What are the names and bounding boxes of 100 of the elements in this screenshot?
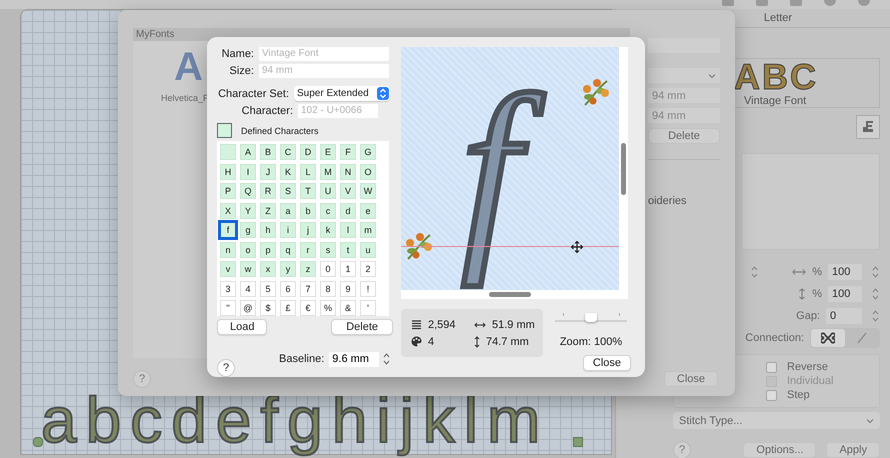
character-cell[interactable]: ' [360,300,376,316]
character-cell[interactable]: A [240,144,256,160]
character-cell[interactable]: I [240,164,256,180]
character-cell[interactable]: a [280,202,296,218]
toolbar-icon[interactable] [722,0,734,6]
panel-button[interactable]: Apply [826,442,880,458]
character-cell[interactable]: N [340,164,356,180]
character-cell[interactable]: 0 [320,261,336,277]
scrollbar[interactable] [621,143,626,195]
character-cell[interactable]: 1 [340,261,356,277]
character-cell[interactable]: i [280,222,296,238]
character-cell[interactable]: 9 [340,280,356,296]
character-cell[interactable]: k [320,222,336,238]
character-cell[interactable]: 3 [220,280,236,296]
checkbox[interactable] [766,362,777,372]
baseline-field[interactable]: 9.6 mm [329,352,380,366]
character-cell[interactable]: B [260,144,276,160]
character-cell[interactable] [220,144,236,160]
character-cell[interactable]: p [260,242,276,258]
character-cell[interactable]: e [360,202,376,218]
character-cell[interactable]: " [220,300,236,316]
character-cell[interactable]: D [300,144,316,160]
character-cell[interactable]: & [340,300,356,316]
character-cell[interactable]: n [220,242,236,258]
character-cell[interactable]: t [340,242,356,258]
character-cell[interactable]: R [260,183,276,199]
character-cell[interactable]: % [320,300,336,316]
stepper-icon[interactable] [750,264,759,280]
toolbar-icon[interactable] [790,0,802,6]
character-cell[interactable]: 4 [240,280,256,296]
character-cell[interactable]: ! [360,280,376,296]
character-cell[interactable]: O [360,164,376,180]
character-cell[interactable]: € [300,300,316,316]
character-cell[interactable]: 7 [300,280,316,296]
character-cell[interactable]: C [280,144,296,160]
character-set-dropdown[interactable]: Super Extended [294,86,390,101]
character-cell[interactable]: u [360,242,376,258]
character-cell[interactable]: L [300,164,316,180]
height-scale-field[interactable]: 100 [828,286,862,302]
character-cell[interactable]: Y [240,202,256,218]
character-cell[interactable]: 8 [320,280,336,296]
character-cell[interactable]: E [320,144,336,160]
slider-thumb[interactable] [585,313,597,322]
character-cell[interactable]: S [280,183,296,199]
character-cell[interactable]: y [280,261,296,277]
character-cell[interactable]: z [300,261,316,277]
gap-field[interactable]: 0 [826,308,862,324]
character-cell[interactable]: d [340,202,356,218]
toolbar-icon[interactable] [858,0,870,6]
character-cell[interactable]: J [260,164,276,180]
load-button[interactable]: Load [217,319,268,335]
character-cell[interactable]: r [300,242,316,258]
text-field[interactable] [648,38,720,53]
character-cell[interactable]: c [320,202,336,218]
character-cell[interactable]: h [260,222,276,238]
character-cell[interactable]: Q [240,183,256,199]
help-button[interactable]: ? [217,359,235,377]
character-cell[interactable]: x [260,261,276,277]
character-cell[interactable]: P [220,183,236,199]
character-cell[interactable]: T [300,183,316,199]
delete-button[interactable]: Delete [648,128,720,144]
stepper-icon[interactable] [871,264,880,280]
character-cell[interactable]: F [340,144,356,160]
character-cell[interactable]: K [280,164,296,180]
character-cell[interactable]: U [320,183,336,199]
character-cell[interactable]: 2 [360,261,376,277]
close-button[interactable]: Close [582,355,631,371]
character-cell[interactable]: H [220,164,236,180]
character-cell[interactable]: 6 [280,280,296,296]
character-cell[interactable]: l [340,222,356,238]
character-cell[interactable]: f [220,222,236,238]
character-cell[interactable]: Z [260,202,276,218]
character-cell[interactable]: @ [240,300,256,316]
stepper-icon[interactable] [382,351,392,367]
character-cell[interactable]: V [340,183,356,199]
checkbox[interactable] [766,390,777,400]
dropdown[interactable] [648,68,720,83]
character-cell[interactable]: g [240,222,256,238]
delete-button[interactable]: Delete [331,319,393,335]
character-cell[interactable]: 5 [260,280,276,296]
character-cell[interactable]: M [320,164,336,180]
character-cell[interactable]: v [220,261,236,277]
character-cell[interactable]: b [300,202,316,218]
scrollbar[interactable] [489,292,531,297]
stepper-icon[interactable] [871,286,880,302]
stepper-icon[interactable] [871,308,880,324]
size-field[interactable]: 94 mm [259,64,389,78]
character-field[interactable]: 102 - U+0066 [298,104,378,118]
character-cell[interactable]: X [220,202,236,218]
close-button[interactable]: Close [664,371,718,387]
character-cell[interactable]: G [360,144,376,160]
toolbar-icon[interactable] [756,0,768,6]
character-cell[interactable]: $ [260,300,276,316]
selection-handle[interactable] [573,437,583,447]
name-field[interactable]: Vintage Font [259,46,389,60]
character-cell[interactable]: £ [280,300,296,316]
panel-button[interactable]: Options... [743,442,816,458]
character-cell[interactable]: q [280,242,296,258]
character-cell[interactable]: w [240,261,256,277]
selection-handle[interactable] [33,437,43,447]
